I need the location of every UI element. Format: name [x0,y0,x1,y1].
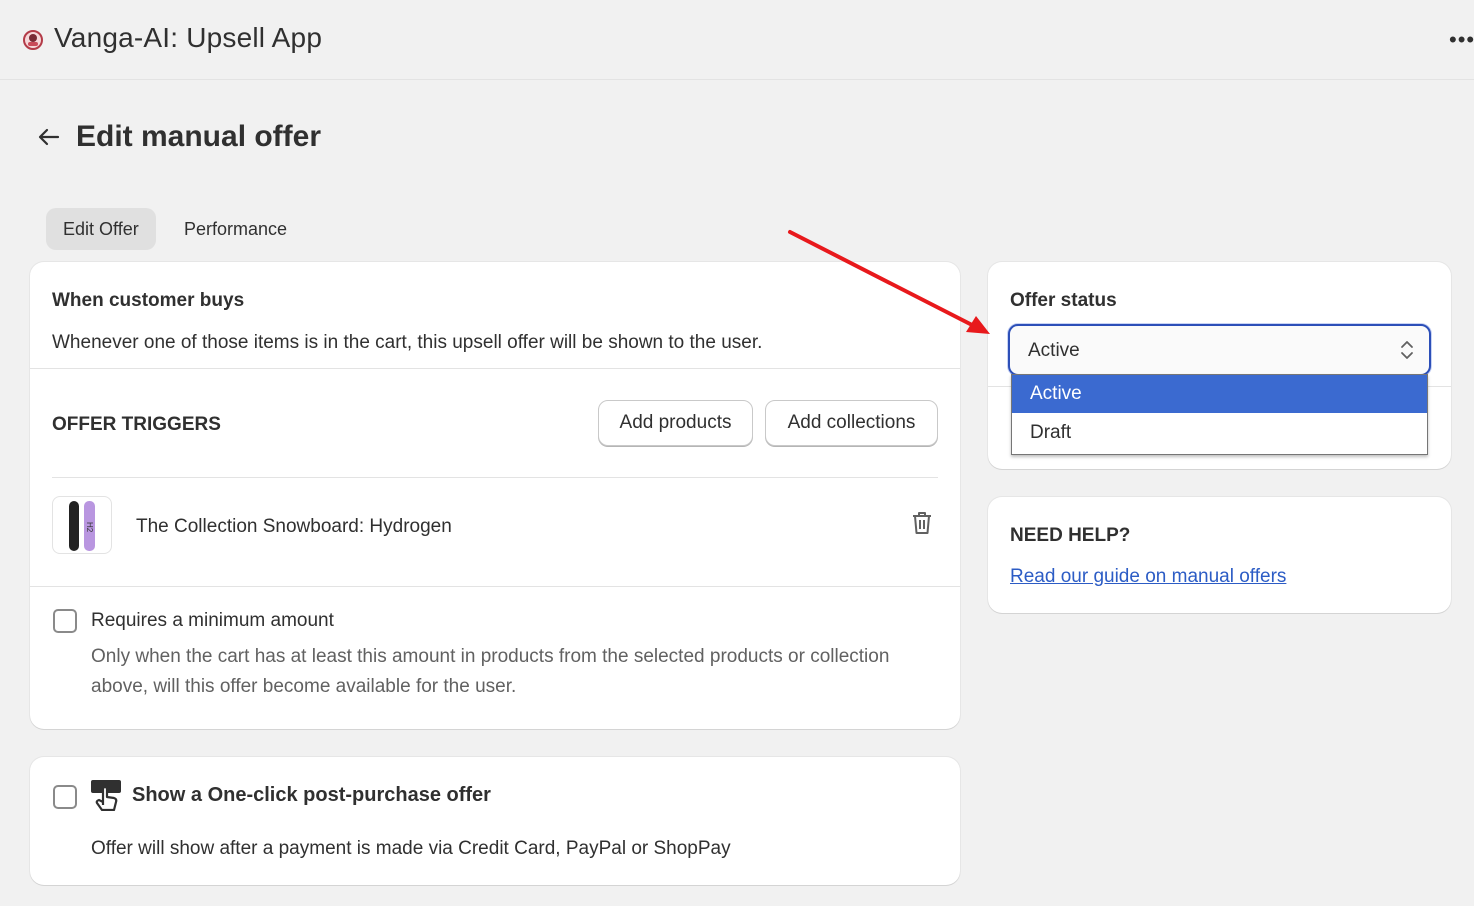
offer-triggers-heading: OFFER TRIGGERS [52,414,221,435]
minimum-amount-checkbox[interactable] [53,609,77,633]
app-title: Vanga-AI: Upsell App [54,22,323,53]
minimum-amount-label: Requires a minimum amount [91,610,334,631]
annotation-arrow-icon [788,230,990,334]
app-top-bar: Vanga-AI: Upsell App ••• [0,0,1474,80]
minimum-amount-help-line2: above, will this offer become available … [91,676,517,697]
one-click-tap-icon [91,780,121,811]
section-divider [30,368,960,369]
add-collections-button[interactable]: Add collections [765,400,938,446]
more-horizontal-icon[interactable]: ••• [1449,28,1474,52]
snowboard-image: H2 [69,501,95,551]
item-divider [30,586,960,587]
offer-status-selected-value: Active [1028,340,1080,361]
select-chevron-icon [1401,341,1413,359]
manual-offers-guide-link[interactable]: Read our guide on manual offers [1010,566,1286,588]
tab-performance[interactable]: Performance [167,208,304,250]
post-purchase-help: Offer will show after a payment is made … [91,838,731,859]
post-purchase-checkbox[interactable] [53,785,77,809]
page-title: Edit manual offer [76,120,322,153]
post-purchase-label: Show a One-click post-purchase offer [132,784,491,806]
option-active[interactable]: Active [1012,375,1427,413]
add-products-button[interactable]: Add products [598,400,753,446]
offer-status-select[interactable]: Active [1008,324,1431,376]
svg-text:H2: H2 [85,522,94,533]
offer-status-dropdown: Active Draft [1011,374,1428,455]
vanga-logo-icon [23,30,43,50]
need-help-card: NEED HELP? Read our guide on manual offe… [988,497,1451,613]
triggers-divider [52,477,938,478]
snowboard-thumbnail: H2 [52,496,112,554]
tab-edit-offer[interactable]: Edit Offer [46,208,156,250]
arrow-left-icon[interactable] [36,124,62,150]
need-help-heading: NEED HELP? [1010,525,1131,546]
trigger-product-name: The Collection Snowboard: Hydrogen [136,516,452,537]
option-draft[interactable]: Draft [1012,414,1427,452]
when-customer-buys-heading: When customer buys [52,290,245,311]
when-customer-buys-description: Whenever one of those items is in the ca… [52,332,763,353]
post-purchase-card: Show a One-click post-purchase offer Off… [30,757,960,885]
offer-status-heading: Offer status [1010,290,1117,311]
minimum-amount-help-line1: Only when the cart has at least this amo… [91,646,890,667]
trash-icon[interactable] [910,510,934,536]
